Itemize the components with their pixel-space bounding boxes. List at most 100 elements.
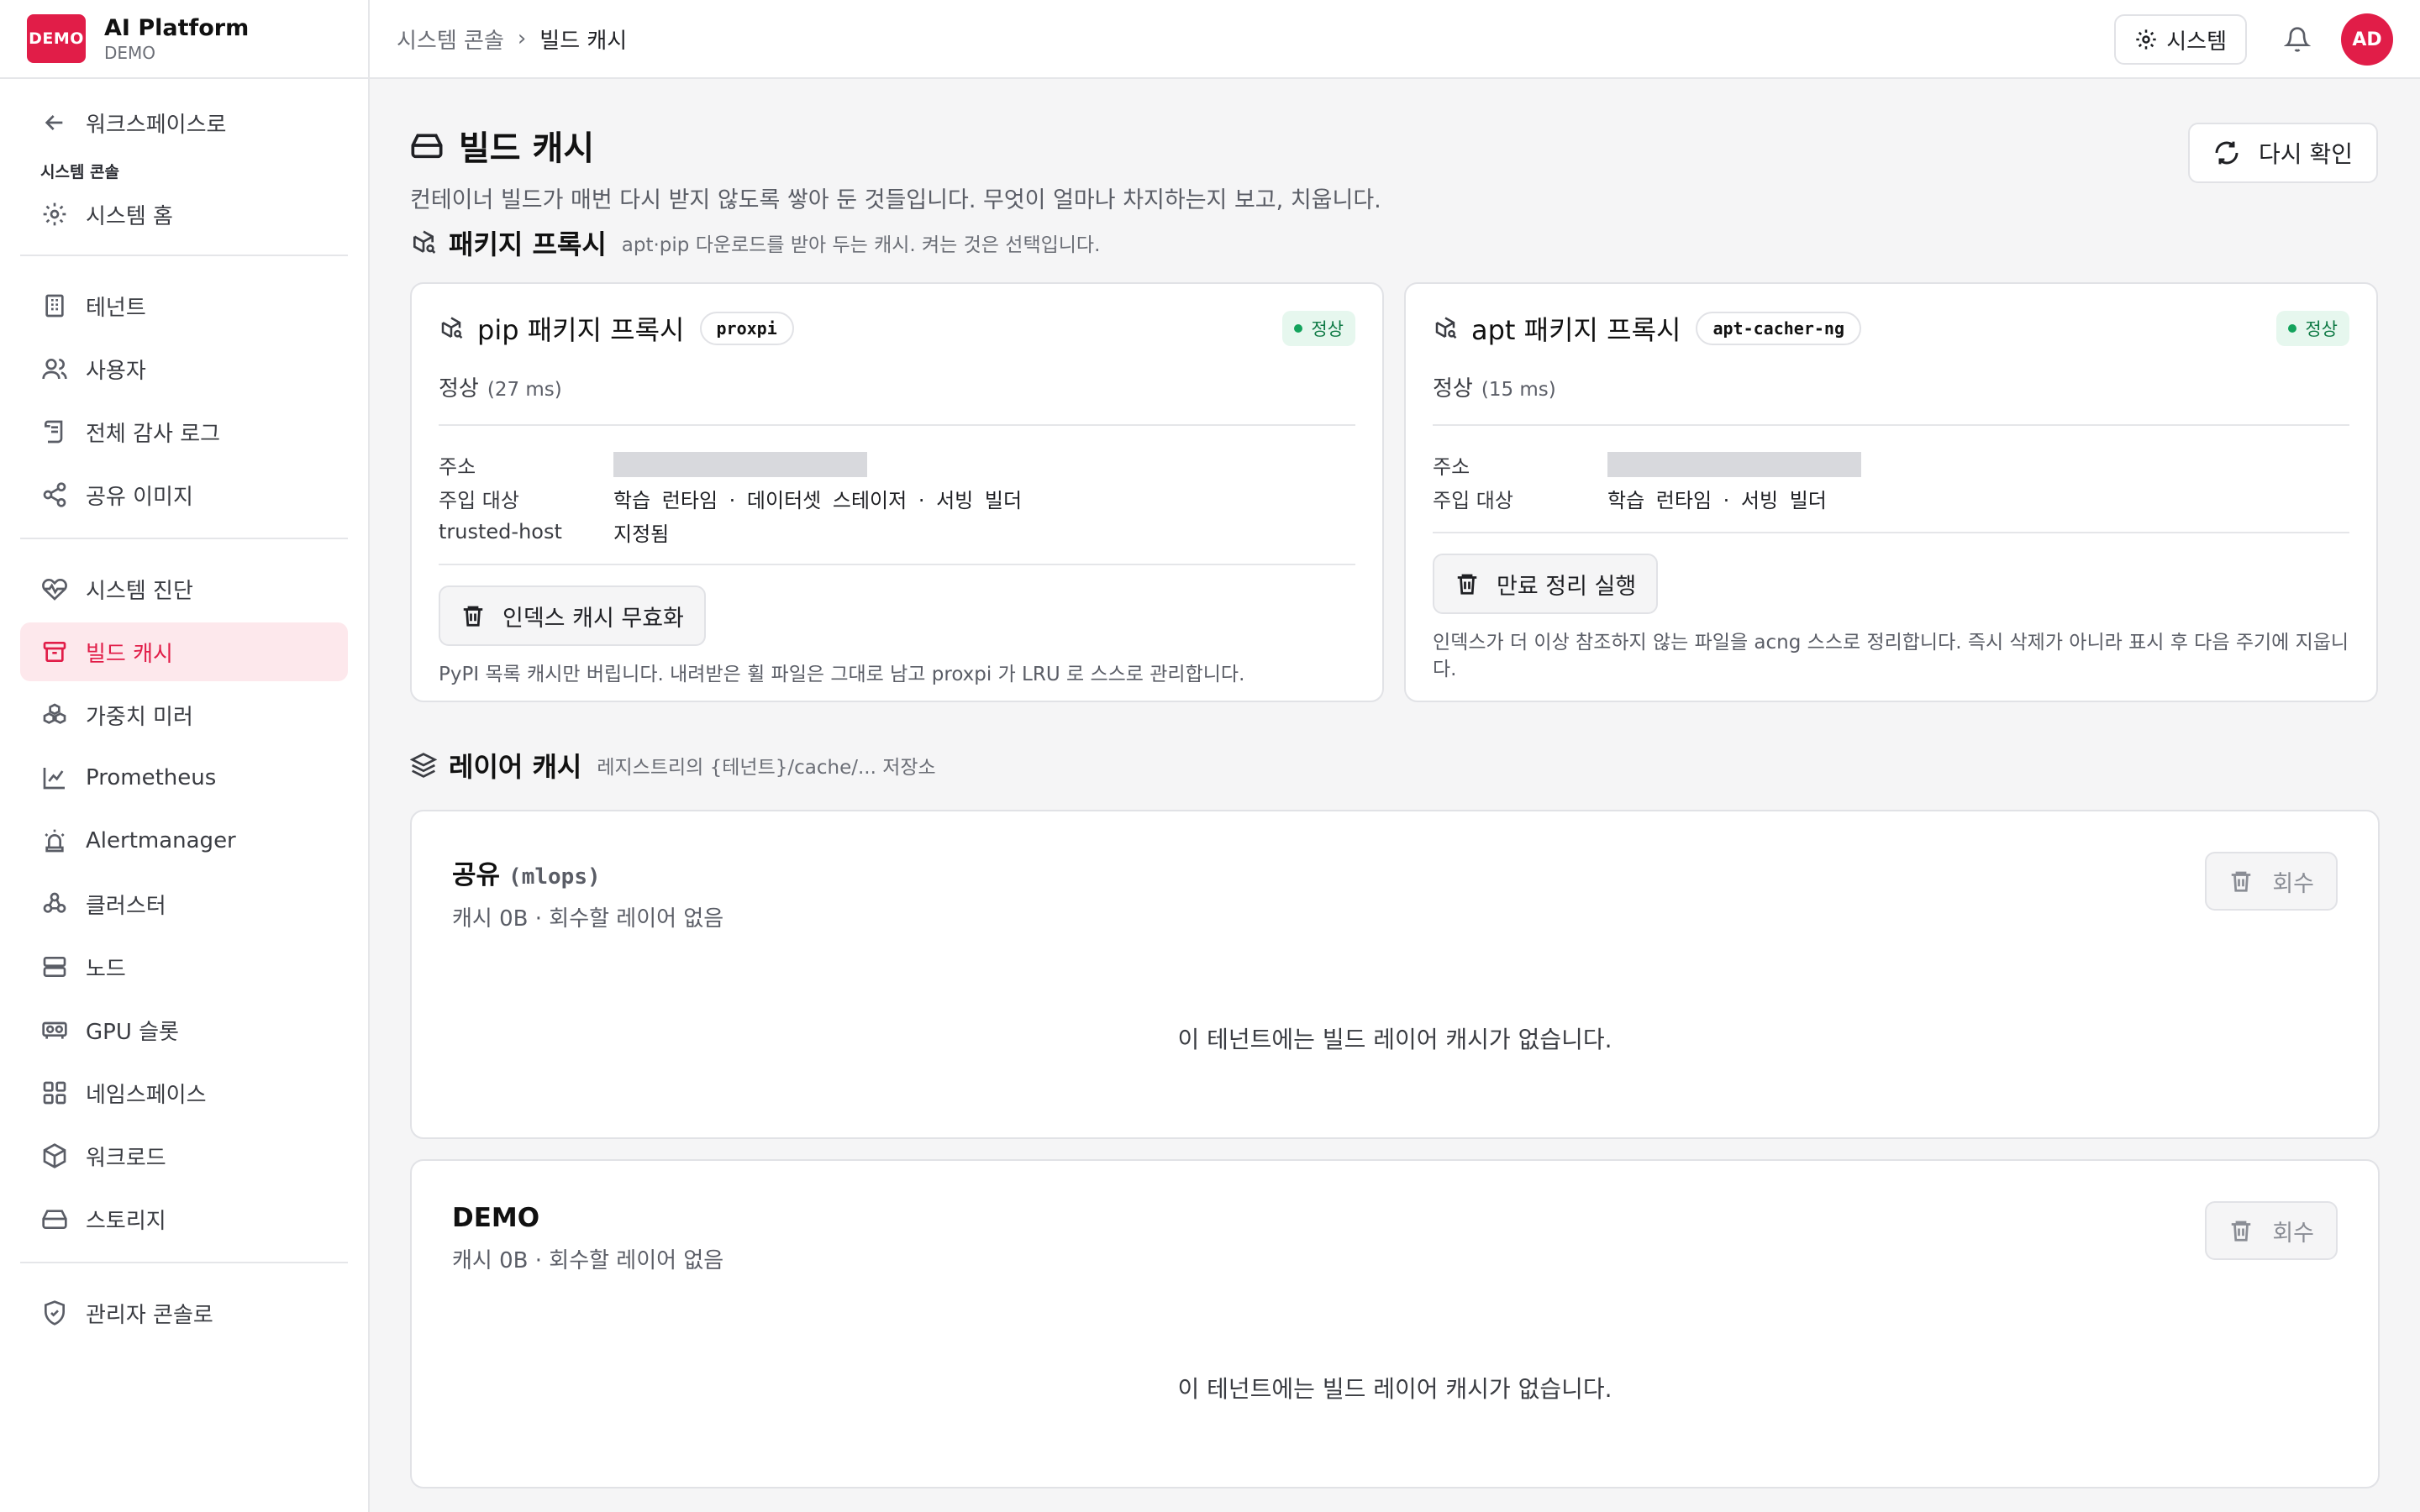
trash-icon bbox=[1457, 574, 1477, 595]
cluster-icon bbox=[40, 890, 69, 918]
cache-summary: 캐시 0B · 회수할 레이어 없음 bbox=[452, 906, 724, 932]
recheck-button[interactable]: 다시 확인 bbox=[2188, 123, 2378, 183]
redacted-address bbox=[1607, 452, 1861, 477]
section-title: 패키지 프록시 bbox=[449, 228, 607, 260]
sidebar-nav: 워크스페이스로 시스템 콘솔 시스템 홈 테넌트 사용자 전체 감사 로그 공유… bbox=[0, 79, 368, 1363]
latency: (15 ms) bbox=[1481, 379, 1556, 401]
sidebar-item-tenants[interactable]: 테넌트 bbox=[20, 276, 348, 335]
sidebar-section-label: 시스템 콘솔 bbox=[40, 163, 120, 181]
latency: (27 ms) bbox=[487, 379, 562, 401]
breadcrumb-parent[interactable]: 시스템 콘솔 bbox=[397, 24, 504, 55]
sidebar-item-weight-mirror[interactable]: 가중치 미러 bbox=[20, 685, 348, 744]
avatar[interactable]: AD bbox=[2341, 13, 2393, 66]
sidebar-item-prometheus[interactable]: Prometheus bbox=[20, 748, 348, 807]
siren-icon bbox=[40, 827, 69, 855]
reclaim-button-label: 회수 bbox=[2272, 1220, 2314, 1247]
inject-label: 주입 대상 bbox=[439, 488, 519, 512]
address-row: 주소 bbox=[439, 448, 1355, 481]
sidebar-item-admin-console[interactable]: 관리자 콘솔로 bbox=[20, 1284, 348, 1342]
invalidate-index-cache-button[interactable]: 인덱스 캐시 무효화 bbox=[439, 585, 706, 646]
reclaim-button[interactable]: 회수 bbox=[2205, 852, 2338, 911]
brand[interactable]: DEMO AI Platform DEMO bbox=[0, 0, 368, 79]
system-button-label: 시스템 bbox=[2166, 29, 2227, 55]
recheck-button-label: 다시 확인 bbox=[2259, 140, 2353, 168]
health-state: 정상 (15 ms) bbox=[1433, 371, 2349, 402]
sidebar-item-shared-images[interactable]: 공유 이미지 bbox=[20, 465, 348, 524]
section-subtitle: apt·pip 다운로드를 받아 두는 캐시. 켜는 것은 선택입니다. bbox=[621, 234, 1101, 256]
sidebar-item-label: GPU 슬롯 bbox=[86, 1019, 179, 1045]
sidebar-item-diagnostics[interactable]: 시스템 진단 bbox=[20, 559, 348, 618]
trash-icon bbox=[463, 606, 483, 627]
hard-drive-icon bbox=[411, 134, 443, 159]
layer-cache-section: 레이어 캐시 레지스트리의 {테넌트}/cache/... 저장소 공유 (mlo… bbox=[410, 744, 2380, 1488]
sidebar-item-label: 시스템 진단 bbox=[86, 578, 193, 604]
layer-cache-card-demo: DEMO 캐시 0B · 회수할 레이어 없음 회수 이 테넌트에는 빌드 레이… bbox=[410, 1159, 2380, 1488]
sidebar-item-workloads[interactable]: 워크로드 bbox=[20, 1126, 348, 1185]
brand-sub: DEMO bbox=[104, 42, 156, 63]
sidebar-item-build-cache[interactable]: 빌드 캐시 bbox=[20, 622, 348, 681]
sidebar-item-label: 공유 이미지 bbox=[86, 484, 193, 510]
divider bbox=[20, 538, 348, 539]
card-title: apt 패키지 프록시 bbox=[1471, 314, 1681, 346]
section-subtitle: 레지스트리의 {테넌트}/cache/... 저장소 bbox=[597, 757, 936, 779]
section-title: 레이어 캐시 bbox=[449, 751, 582, 783]
reclaim-button[interactable]: 회수 bbox=[2205, 1201, 2338, 1260]
grid-icon bbox=[40, 1079, 69, 1107]
page-title: 빌드 캐시 bbox=[410, 121, 2378, 170]
layers-icon bbox=[410, 753, 437, 778]
run-expiry-cleanup-button[interactable]: 만료 정리 실행 bbox=[1433, 554, 1659, 614]
heart-pulse-icon bbox=[40, 575, 69, 603]
package-search-icon bbox=[1435, 317, 1457, 339]
card-title: pip 패키지 프록시 bbox=[477, 314, 685, 346]
health-state: 정상 (27 ms) bbox=[439, 371, 1355, 402]
sidebar-item-label: 관리자 콘솔로 bbox=[86, 1302, 213, 1328]
inject-value: 학습 런타임 · 서빙 빌더 bbox=[1607, 488, 1827, 512]
sidebar-item-label: 네임스페이스 bbox=[86, 1082, 207, 1108]
sidebar-item-storage[interactable]: 스토리지 bbox=[20, 1189, 348, 1248]
share-icon bbox=[40, 480, 69, 509]
sidebar-item-label: 사용자 bbox=[86, 358, 146, 384]
inject-row: 주입 대상 학습 런타임 · 서빙 빌더 bbox=[1433, 481, 2349, 515]
sidebar-item-label: 가중치 미러 bbox=[86, 704, 193, 730]
package-search-icon bbox=[441, 317, 463, 339]
status-badge: 정상 bbox=[2276, 311, 2349, 346]
code-badge: proxpi bbox=[699, 312, 794, 345]
sidebar-item-label: 워크스페이스로 bbox=[86, 112, 227, 138]
inject-row: 주입 대상 학습 런타임 · 데이터셋 스테이저 · 서빙 빌더 bbox=[439, 481, 1355, 515]
sidebar-item-system-home[interactable]: 시스템 홈 bbox=[20, 187, 348, 241]
page-title-text: 빌드 캐시 bbox=[459, 129, 595, 168]
bell-icon[interactable] bbox=[2281, 23, 2314, 56]
trusted-host-value: 지정됨 bbox=[613, 522, 670, 546]
sidebar-item-gpu-slots[interactable]: GPU 슬롯 bbox=[20, 1000, 348, 1059]
sidebar-item-nodes[interactable]: 노드 bbox=[20, 937, 348, 996]
sidebar-item-namespaces[interactable]: 네임스페이스 bbox=[20, 1063, 348, 1122]
divider bbox=[439, 424, 1355, 426]
back-to-workspace-link[interactable]: 워크스페이스로 bbox=[20, 96, 348, 150]
cache-summary: 캐시 0B · 회수할 레이어 없음 bbox=[452, 1248, 724, 1273]
system-button[interactable]: 시스템 bbox=[2114, 14, 2247, 65]
sidebar-item-audit-log[interactable]: 전체 감사 로그 bbox=[20, 402, 348, 461]
sidebar-item-label: Alertmanager bbox=[86, 828, 236, 853]
trusted-host-row: trusted-host 지정됨 bbox=[439, 515, 1355, 549]
tenant-title: DEMO bbox=[452, 1203, 2338, 1233]
package-icon bbox=[40, 1142, 69, 1170]
action-button-label: 만료 정리 실행 bbox=[1497, 573, 1637, 600]
trusted-host-label: trusted-host bbox=[439, 520, 562, 543]
chevron-right-icon: › bbox=[517, 26, 527, 51]
users-icon bbox=[40, 354, 69, 383]
card-note: 인덱스가 더 이상 참조하지 않는 파일을 acng 스스로 정리합니다. 즉시… bbox=[1433, 632, 2349, 680]
status-badge: 정상 bbox=[1282, 311, 1355, 346]
sidebar-item-clusters[interactable]: 클러스터 bbox=[20, 874, 348, 933]
sidebar-item-label: 빌드 캐시 bbox=[86, 641, 173, 667]
divider bbox=[439, 564, 1355, 565]
address-label: 주소 bbox=[1433, 454, 1470, 479]
hard-drive-icon bbox=[40, 1205, 69, 1233]
server-icon bbox=[40, 953, 69, 981]
divider bbox=[20, 255, 348, 256]
address-label: 주소 bbox=[439, 454, 476, 479]
status-dot-icon bbox=[2288, 324, 2297, 333]
sidebar-item-users[interactable]: 사용자 bbox=[20, 339, 348, 398]
empty-state: 이 테넌트에는 빌드 레이어 캐시가 없습니다. bbox=[1177, 1026, 1612, 1053]
redacted-address bbox=[613, 452, 867, 477]
sidebar-item-alertmanager[interactable]: Alertmanager bbox=[20, 811, 348, 870]
